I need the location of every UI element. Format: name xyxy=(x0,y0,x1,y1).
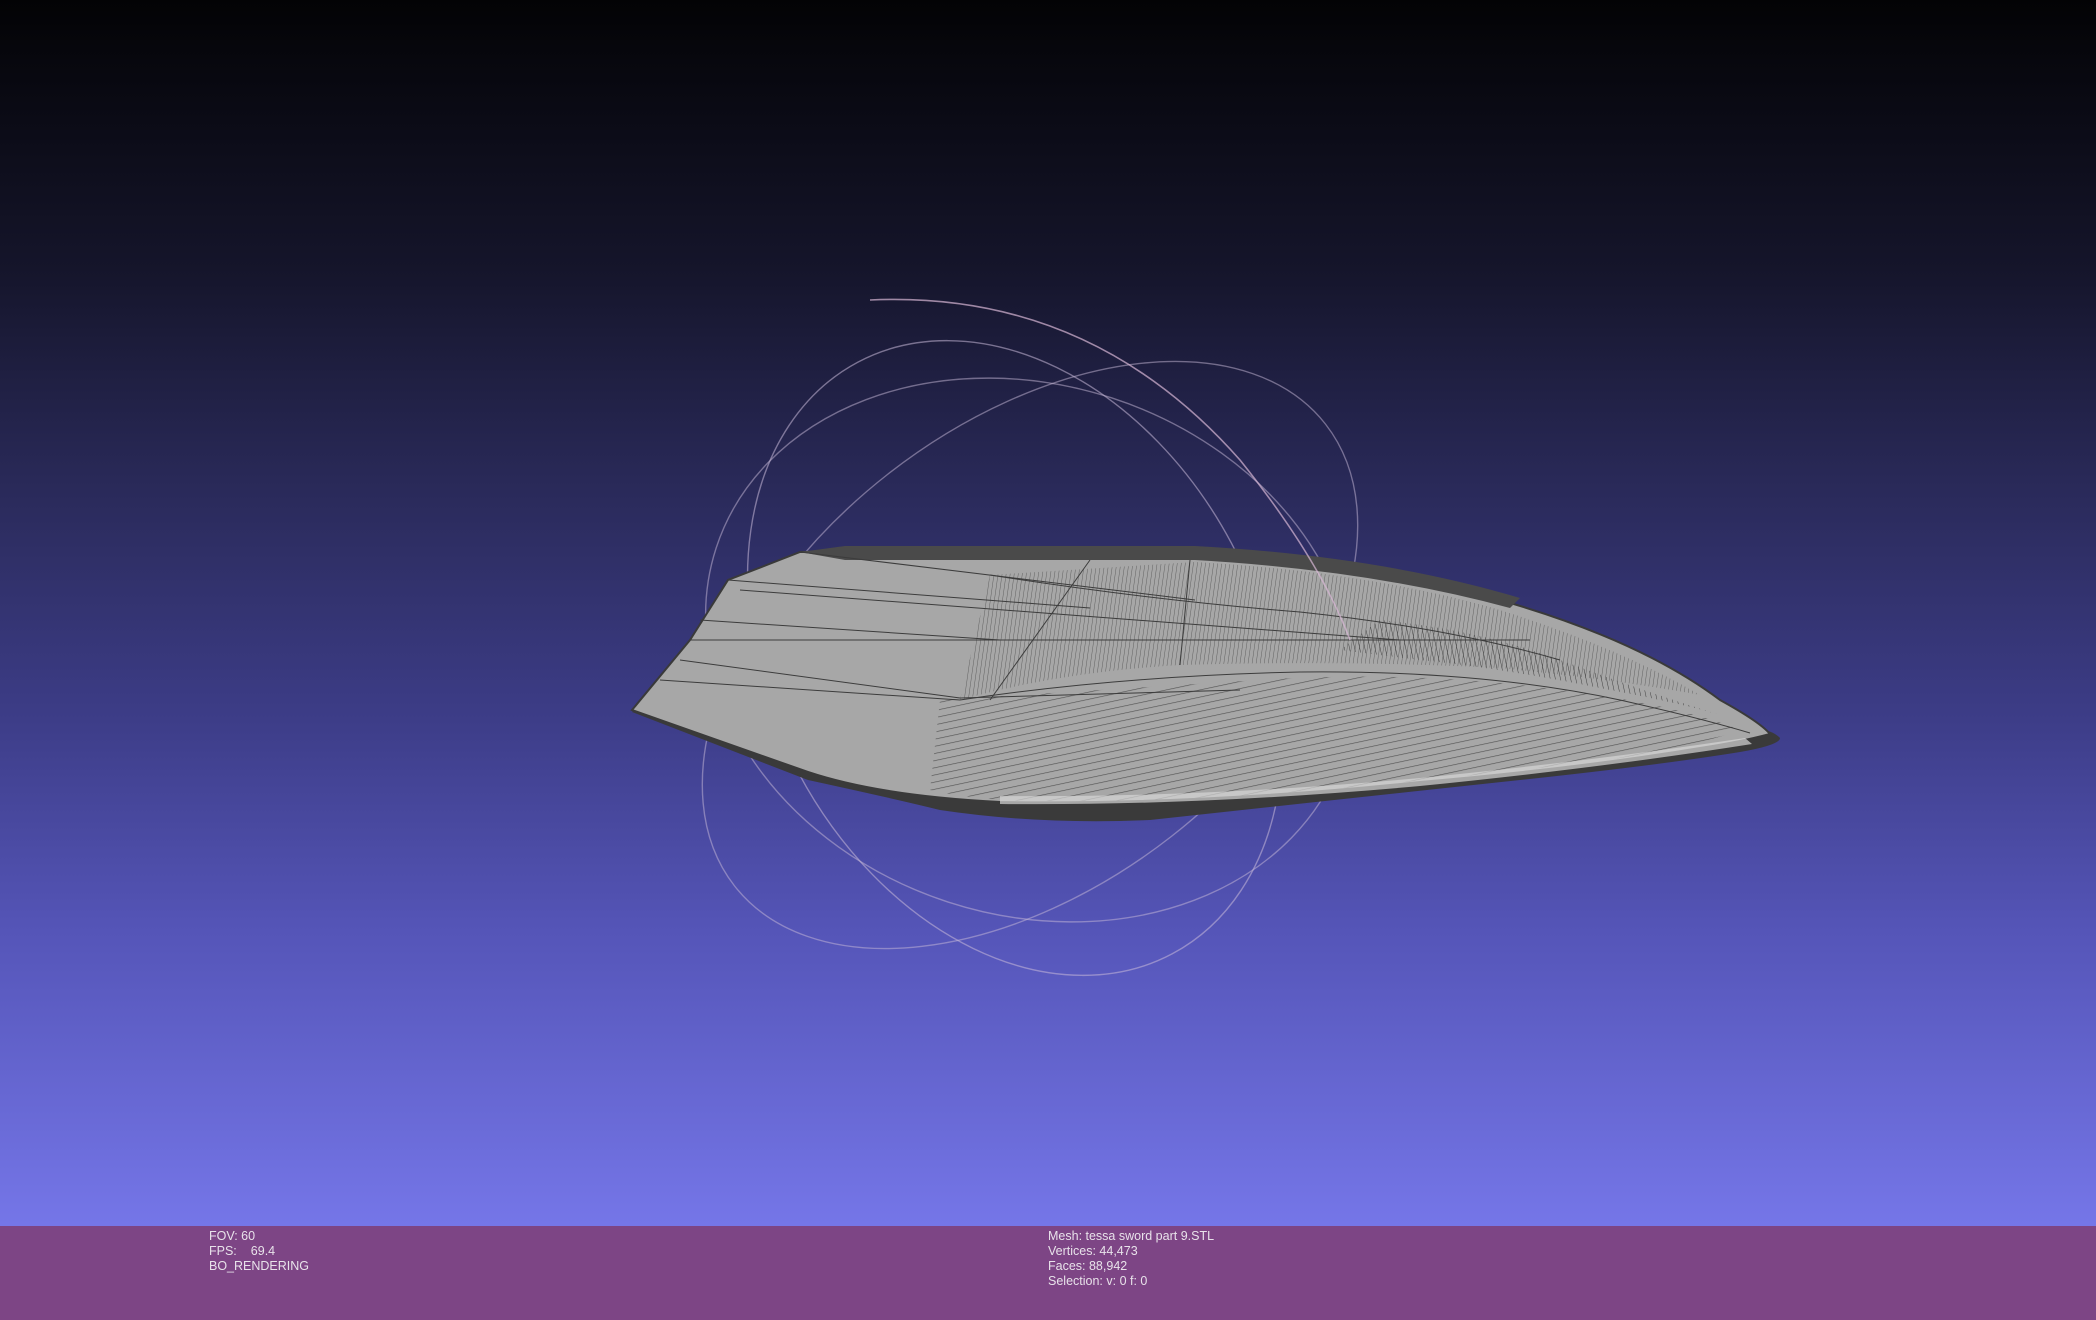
status-info-bar: FOV: 60 FPS: 69.4 BO_RENDERING Mesh: tess… xyxy=(0,1226,2096,1320)
faces-readout: Faces: 88,942 xyxy=(1048,1259,1128,1273)
fps-value: 69.4 xyxy=(250,1244,276,1258)
sword-blade-mesh[interactable] xyxy=(630,546,1780,822)
vertices-readout: Vertices: 44,473 xyxy=(1048,1244,1138,1258)
mesh-scene[interactable] xyxy=(0,0,2096,1226)
mesh-info-panel: Mesh: tessa sword part 9.STL Vertices: 4… xyxy=(1048,1229,1214,1289)
fov-readout: FOV: 60 xyxy=(209,1229,256,1243)
fps-label: FPS: xyxy=(209,1244,237,1258)
render-info-panel: FOV: 60 FPS: 69.4 BO_RENDERING xyxy=(209,1229,309,1274)
mesh-name-readout: Mesh: tessa sword part 9.STL xyxy=(1048,1229,1215,1243)
3d-viewport[interactable] xyxy=(0,0,2096,1226)
fps-readout: FPS: 69.4 xyxy=(209,1244,309,1259)
render-mode-readout: BO_RENDERING xyxy=(209,1259,310,1273)
selection-readout: Selection: v: 0 f: 0 xyxy=(1048,1274,1148,1288)
